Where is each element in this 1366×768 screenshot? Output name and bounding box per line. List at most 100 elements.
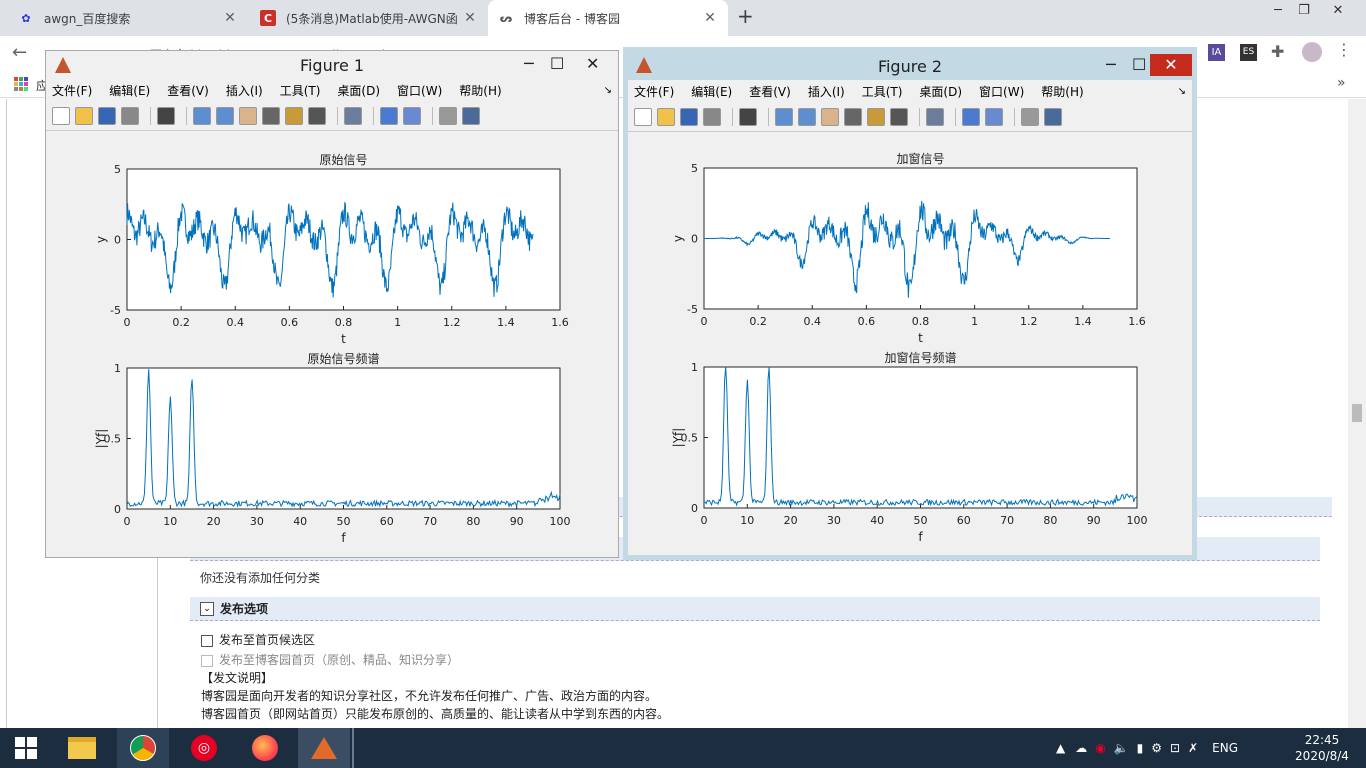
- puzzle-icon[interactable]: ✚: [1271, 42, 1284, 61]
- menu-item[interactable]: 窗口(W): [979, 83, 1024, 100]
- brush-icon[interactable]: [308, 106, 326, 125]
- tab-cnblogs[interactable]: ᔕ 博客后台 - 博客园 ✕: [488, 0, 728, 36]
- menu-item[interactable]: 文件(F): [634, 83, 674, 100]
- netease-music-button[interactable]: ◎: [178, 728, 230, 768]
- menu-icon[interactable]: ⋮: [1336, 40, 1352, 59]
- link-icon[interactable]: [926, 107, 944, 126]
- pan-icon[interactable]: [239, 106, 257, 125]
- expand-arrow-icon[interactable]: ↘: [1178, 86, 1186, 97]
- close-icon[interactable]: ✕: [586, 54, 599, 73]
- extension-es-icon[interactable]: ES: [1240, 44, 1257, 61]
- legend-icon[interactable]: [403, 106, 421, 125]
- show-plot-icon[interactable]: [462, 106, 480, 125]
- netease-tray-icon[interactable]: ◉: [1095, 741, 1105, 755]
- open-icon[interactable]: [75, 106, 93, 125]
- menu-item[interactable]: 编辑(E): [691, 83, 732, 100]
- rotate-icon[interactable]: [262, 106, 280, 125]
- network-icon[interactable]: ⊡: [1170, 741, 1180, 755]
- publish-options-header[interactable]: ⌄ 发布选项: [190, 597, 1320, 621]
- menu-item[interactable]: 窗口(W): [397, 82, 442, 99]
- new-figure-icon[interactable]: [634, 107, 652, 126]
- minimize-icon[interactable]: ─: [524, 54, 534, 73]
- pointer-icon[interactable]: [739, 107, 757, 126]
- figure1-window[interactable]: Figure 1 ─ ☐ ✕ 文件(F) 编辑(E) 查看(V) 插入(I) 工具(T)…: [45, 50, 619, 558]
- data-cursor-icon[interactable]: [867, 107, 885, 126]
- menu-item[interactable]: 插入(I): [226, 82, 263, 99]
- rotate-icon[interactable]: [844, 107, 862, 126]
- scrollbar-thumb[interactable]: [1352, 404, 1362, 422]
- zoom-in-icon[interactable]: [775, 107, 793, 126]
- steam-icon[interactable]: ⚙: [1151, 741, 1162, 755]
- hide-plot-icon[interactable]: [439, 106, 457, 125]
- minimize-icon[interactable]: ─: [1106, 55, 1116, 74]
- maximize-icon[interactable]: ☐: [1132, 55, 1146, 74]
- link-icon[interactable]: [344, 106, 362, 125]
- menu-item[interactable]: 编辑(E): [109, 82, 150, 99]
- print-icon[interactable]: [703, 107, 721, 126]
- data-cursor-icon[interactable]: [285, 106, 303, 125]
- zoom-in-icon[interactable]: [193, 106, 211, 125]
- menu-item[interactable]: 桌面(D): [337, 82, 380, 99]
- pointer-icon[interactable]: [157, 106, 175, 125]
- figure1-titlebar[interactable]: Figure 1 ─ ☐ ✕: [46, 51, 618, 79]
- open-icon[interactable]: [657, 107, 675, 126]
- checkbox[interactable]: [201, 634, 213, 647]
- battery-icon[interactable]: ▮: [1137, 741, 1144, 755]
- brush-icon[interactable]: [890, 107, 908, 126]
- figure2-window[interactable]: Figure 2 ─ ☐ ✕ 文件(F) 编辑(E) 查看(V) 插入(I) 工具(T)…: [623, 47, 1197, 560]
- menu-item[interactable]: 帮助(H): [459, 82, 501, 99]
- tab-csdn[interactable]: C (5条消息)Matlab使用-AWGN函 ✕: [250, 0, 488, 36]
- checkbox[interactable]: [201, 654, 213, 667]
- menu-item[interactable]: 文件(F): [52, 82, 92, 99]
- ime-indicator[interactable]: ENG: [1212, 741, 1238, 755]
- zoom-out-icon[interactable]: [216, 106, 234, 125]
- page-scrollbar[interactable]: [1348, 99, 1366, 728]
- collapse-icon[interactable]: ⌄: [200, 601, 214, 616]
- save-icon[interactable]: [98, 106, 116, 125]
- expand-arrow-icon[interactable]: ↘: [604, 85, 612, 96]
- show-plot-icon[interactable]: [1044, 107, 1062, 126]
- save-icon[interactable]: [680, 107, 698, 126]
- hide-plot-icon[interactable]: [1021, 107, 1039, 126]
- menu-item[interactable]: 工具(T): [862, 83, 903, 100]
- firefox-button[interactable]: [239, 728, 291, 768]
- back-icon[interactable]: ←: [12, 42, 27, 63]
- clock[interactable]: 22:45 2020/8/4: [1294, 732, 1350, 764]
- close-window-icon[interactable]: ✕: [1318, 0, 1358, 30]
- tab-baidu[interactable]: ✿ awgn_百度搜索 ✕: [8, 0, 248, 36]
- option-homepage-candidate[interactable]: 发布至首页候选区: [201, 631, 315, 648]
- option-homepage[interactable]: 发布至博客园首页（原创、精品、知识分享）: [201, 651, 459, 668]
- close-icon[interactable]: ✕: [462, 10, 478, 26]
- matlab-button[interactable]: [298, 728, 350, 768]
- start-button[interactable]: [0, 728, 52, 768]
- print-icon[interactable]: [121, 106, 139, 125]
- avatar[interactable]: [1302, 42, 1322, 62]
- colorbar-icon[interactable]: [380, 106, 398, 125]
- maximize-icon[interactable]: ☐: [550, 54, 564, 73]
- menu-item[interactable]: 查看(V): [749, 83, 791, 100]
- close-icon[interactable]: ✕: [1150, 54, 1192, 76]
- cloud-icon[interactable]: ☁: [1075, 741, 1087, 755]
- menu-item[interactable]: 查看(V): [167, 82, 209, 99]
- menu-item[interactable]: 工具(T): [280, 82, 321, 99]
- zoom-out-icon[interactable]: [798, 107, 816, 126]
- menu-item[interactable]: 帮助(H): [1041, 83, 1083, 100]
- new-figure-icon[interactable]: [52, 106, 70, 125]
- colorbar-icon[interactable]: [962, 107, 980, 126]
- apps-icon[interactable]: [14, 77, 28, 91]
- volume-icon[interactable]: 🔈: [1114, 741, 1129, 755]
- legend-icon[interactable]: [985, 107, 1003, 126]
- chrome-button[interactable]: [117, 728, 169, 768]
- file-explorer-button[interactable]: [56, 728, 108, 768]
- menu-item[interactable]: 桌面(D): [919, 83, 962, 100]
- figure2-titlebar[interactable]: Figure 2 ─ ☐ ✕: [628, 52, 1192, 80]
- ime-mode-icon[interactable]: ✗: [1188, 741, 1198, 755]
- chevron-up-icon[interactable]: ▲: [1056, 741, 1065, 755]
- pan-icon[interactable]: [821, 107, 839, 126]
- close-icon[interactable]: ✕: [222, 10, 238, 26]
- menu-item[interactable]: 插入(I): [808, 83, 845, 100]
- new-tab-button[interactable]: +: [737, 4, 754, 28]
- extension-ia-icon[interactable]: IA: [1208, 44, 1225, 61]
- bookmark-overflow-icon[interactable]: »: [1337, 75, 1346, 91]
- close-icon[interactable]: ✕: [702, 10, 718, 26]
